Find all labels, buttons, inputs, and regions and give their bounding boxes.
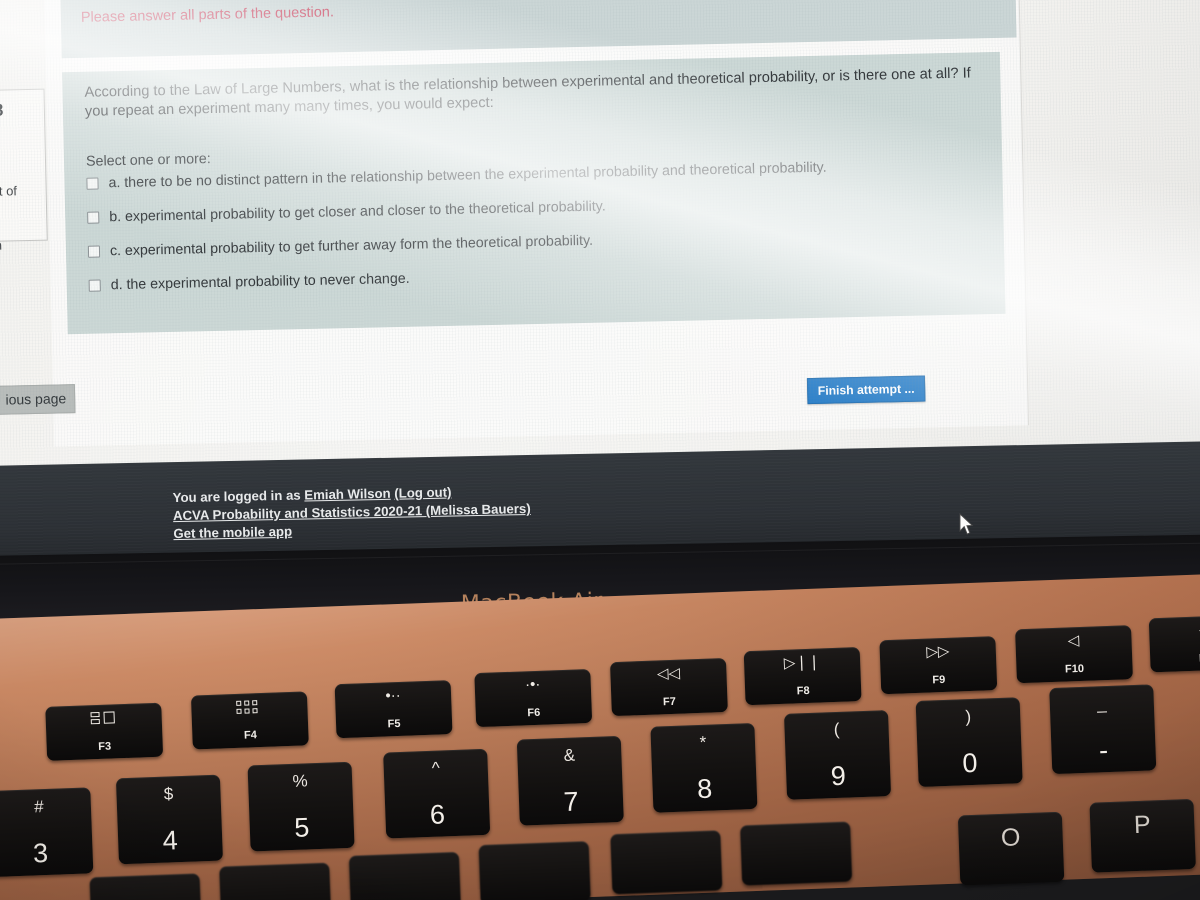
answer-option-row[interactable]: c. experimental probability to get furth… bbox=[87, 224, 988, 260]
key-legend: F7 bbox=[662, 695, 677, 709]
key-7[interactable]: & 7 bbox=[516, 735, 624, 826]
key-legend: F9 bbox=[932, 673, 946, 687]
key-unlabeled[interactable] bbox=[610, 830, 723, 895]
key-shift-symbol: _ bbox=[1096, 694, 1107, 714]
key-f3[interactable]: F3 bbox=[45, 702, 164, 761]
key-legend: F6 bbox=[527, 706, 541, 720]
rewind-icon: ◁◁ bbox=[656, 664, 681, 683]
key-digit: 9 bbox=[830, 760, 847, 792]
key-legend: F10 bbox=[1064, 662, 1085, 676]
user-profile-link[interactable]: Emiah Wilson bbox=[304, 486, 391, 503]
mobile-app-link[interactable]: Get the mobile app bbox=[173, 524, 292, 541]
volume-down-icon: ◁) bbox=[1149, 621, 1200, 639]
key-f11[interactable]: ◁) F11 bbox=[1148, 614, 1200, 673]
key-digit: 5 bbox=[293, 812, 310, 843]
key-8[interactable]: * 8 bbox=[650, 722, 758, 813]
key-digit: 8 bbox=[696, 773, 713, 805]
key-shift-symbol: $ bbox=[163, 784, 174, 804]
play-pause-icon: ▷❘❘ bbox=[783, 653, 821, 672]
key-legend: F8 bbox=[796, 684, 810, 698]
answer-option-label: d. the experimental probability to never… bbox=[110, 270, 410, 294]
launchpad-grid-icon bbox=[191, 698, 308, 719]
browser-page: 8 d ut of n Please answer all parts of t… bbox=[0, 0, 1200, 498]
key-shift-symbol: ( bbox=[833, 719, 840, 740]
finish-attempt-label: Finish attempt ... bbox=[817, 381, 915, 398]
key-f5[interactable]: •·· F5 bbox=[334, 680, 453, 739]
key-shift-symbol: ^ bbox=[431, 758, 441, 778]
key-digit: 4 bbox=[162, 825, 179, 856]
question-stem: According to the Law of Large Numbers, w… bbox=[84, 65, 971, 120]
mission-control-icon bbox=[45, 710, 162, 730]
key-digit: 6 bbox=[429, 799, 446, 830]
previous-page-label: ious page bbox=[5, 390, 67, 408]
previous-page-button[interactable]: ious page bbox=[0, 384, 76, 417]
key-f4[interactable]: F4 bbox=[190, 691, 309, 750]
keyboard-brightness-up-icon: ·•· bbox=[524, 675, 541, 694]
mute-icon: ◁ bbox=[1067, 632, 1080, 650]
key-o[interactable]: O bbox=[957, 811, 1065, 886]
answer-option-list: a. there to be no distinct pattern in th… bbox=[86, 156, 989, 312]
key-p[interactable]: P bbox=[1089, 798, 1196, 873]
key-f7[interactable]: ◁◁ F7 bbox=[609, 657, 728, 717]
key-legend: F11 bbox=[1150, 650, 1200, 666]
key-f6[interactable]: ·•· F6 bbox=[474, 668, 593, 728]
key-unlabeled[interactable] bbox=[219, 862, 332, 900]
key-legend: F4 bbox=[243, 729, 258, 742]
answer-checkbox[interactable] bbox=[87, 211, 100, 224]
keyboard-brightness-down-icon: •·· bbox=[385, 686, 401, 705]
mouse-pointer-arrow-icon bbox=[959, 513, 974, 535]
select-instruction: Select one or more: bbox=[85, 151, 211, 170]
key-3[interactable]: #3 bbox=[0, 787, 94, 878]
key-0[interactable]: ) 0 bbox=[915, 697, 1023, 787]
answer-checkbox[interactable] bbox=[87, 245, 101, 258]
key-9[interactable]: (9 bbox=[783, 710, 892, 800]
question-panel: According to the Law of Large Numbers, w… bbox=[62, 51, 1006, 335]
key-shift-symbol: ) bbox=[965, 707, 972, 727]
answer-option-label: c. experimental probability to get furth… bbox=[109, 232, 594, 260]
key-letter: O bbox=[1000, 823, 1021, 852]
finish-attempt-button[interactable]: Finish attempt ... bbox=[806, 375, 926, 405]
answer-option-label: a. there to be no distinct pattern in th… bbox=[108, 159, 827, 192]
key-f9[interactable]: ▷▷ F9 bbox=[879, 636, 998, 695]
answer-option-row[interactable]: b. experimental probability to get close… bbox=[87, 190, 987, 226]
photo-of-laptop-scene: 8 d ut of n Please answer all parts of t… bbox=[0, 0, 1200, 900]
logout-link[interactable]: (Log out) bbox=[394, 485, 451, 501]
key-unlabeled[interactable] bbox=[348, 851, 462, 900]
answer-checkbox[interactable] bbox=[86, 177, 99, 190]
key-legend: F3 bbox=[98, 740, 112, 754]
fast-forward-icon: ▷▷ bbox=[925, 642, 950, 661]
key-shift-symbol: * bbox=[699, 732, 707, 752]
question-flag-fragment: n bbox=[0, 237, 3, 253]
key-5[interactable]: % 5 bbox=[247, 761, 355, 852]
question-number: 8 bbox=[0, 100, 4, 120]
key-unlabeled[interactable] bbox=[89, 873, 202, 900]
question-marks-fragment: ut of bbox=[0, 183, 18, 199]
answer-option-label: b. experimental probability to get close… bbox=[109, 198, 606, 226]
key-unlabeled[interactable] bbox=[478, 841, 591, 900]
key-digit: 0 bbox=[961, 747, 978, 779]
footer-links: You are logged in as Emiah Wilson (Log o… bbox=[173, 482, 532, 543]
key-letter: P bbox=[1133, 810, 1152, 840]
logged-in-prefix: You are logged in as bbox=[172, 487, 305, 506]
validation-warning-text: Please answer all parts of the question. bbox=[80, 4, 335, 26]
key-digit: 7 bbox=[563, 786, 580, 817]
key-6[interactable]: ^ 6 bbox=[383, 748, 491, 839]
key-unlabeled[interactable] bbox=[740, 821, 853, 886]
key-shift-symbol: % bbox=[292, 771, 309, 791]
key-digit: 3 bbox=[32, 837, 49, 869]
answer-option-row[interactable]: a. there to be no distinct pattern in th… bbox=[86, 156, 986, 192]
key-shift-symbol: # bbox=[33, 797, 44, 817]
key-f10[interactable]: ◁ F10 bbox=[1015, 625, 1133, 684]
question-info-box: 8 d ut of n bbox=[0, 88, 48, 253]
key-shift-symbol: & bbox=[563, 745, 576, 765]
key-4[interactable]: $4 bbox=[115, 774, 223, 865]
key-digit: - bbox=[1098, 735, 1109, 766]
key-f8[interactable]: ▷❘❘ F8 bbox=[743, 647, 862, 706]
key-legend: F5 bbox=[387, 717, 401, 731]
answer-option-row[interactable]: d. the experimental probability to never… bbox=[88, 258, 989, 294]
laptop-screen: 8 d ut of n Please answer all parts of t… bbox=[0, 0, 1200, 498]
answer-checkbox[interactable] bbox=[88, 279, 101, 292]
keyboard-deck: F3F4•··F5·•·F6◁◁F7▷❘❘F8▷▷F9◁F10◁)F11#3$4… bbox=[0, 572, 1200, 900]
key--[interactable]: _ - bbox=[1049, 684, 1157, 775]
